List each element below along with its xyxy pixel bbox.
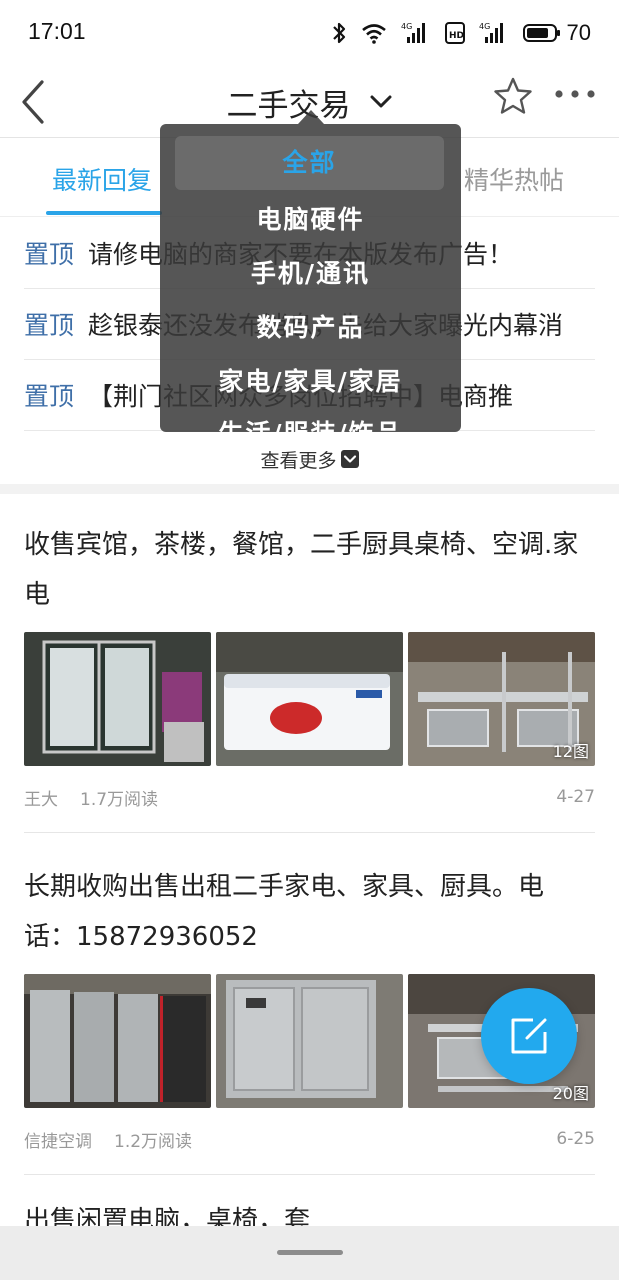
- post-author: 信捷空调: [24, 1131, 92, 1152]
- compose-button[interactable]: [481, 988, 577, 1084]
- pinned-tag: 置顶: [24, 240, 75, 269]
- post-date: 4-27: [556, 787, 595, 807]
- dropdown-item-phone[interactable]: 手机/通讯: [160, 254, 461, 290]
- signal-4g-icon: 4G: [479, 22, 503, 43]
- post-reads: 1.2万阅读: [114, 1131, 193, 1152]
- post-image-fridges-row[interactable]: [24, 974, 211, 1108]
- dropdown-item-appliances[interactable]: 家电/家具/家居: [160, 362, 461, 398]
- post-image-freezer[interactable]: [216, 632, 403, 766]
- post-meta: 信捷空调 1.2万阅读 6-25: [24, 1128, 595, 1152]
- post-title: 长期收购出售出租二手家电、家具、厨具。电话：15872936052: [24, 872, 545, 952]
- tab-latest-reply[interactable]: 最新回复: [52, 161, 152, 197]
- post-image-steel-cabinet[interactable]: [216, 974, 403, 1108]
- status-time: 17:01: [28, 18, 86, 44]
- post-divider: [24, 1174, 595, 1175]
- signal-4g-icon: 4G: [401, 22, 425, 43]
- wifi-icon: [361, 24, 386, 44]
- post-reads: 1.7万阅读: [80, 789, 159, 810]
- hd-icon: HD: [444, 22, 465, 44]
- more-icon[interactable]: [553, 84, 597, 104]
- post-meta: 王大 1.7万阅读 4-27: [24, 786, 595, 810]
- chevron-down-box-icon: [340, 450, 359, 468]
- star-icon[interactable]: [493, 76, 533, 116]
- image-count: 12图: [552, 742, 589, 761]
- post-title: 出售闲置电脑，桌椅，套: [24, 1206, 311, 1226]
- see-more-button[interactable]: 查看更多: [0, 434, 619, 484]
- tab-underline: [46, 211, 162, 215]
- tab-featured[interactable]: 精华热帖: [464, 161, 564, 197]
- post-divider: [24, 832, 595, 833]
- category-dropdown: 全部 电脑硬件 手机/通讯 数码产品 家电/家具/家居 生活/服装/饰品: [160, 124, 461, 432]
- battery-level: 70: [566, 20, 591, 45]
- dropdown-item-digital[interactable]: 数码产品: [160, 308, 461, 344]
- battery-icon: [522, 24, 560, 42]
- image-count: 20图: [552, 1084, 589, 1103]
- dropdown-item-all[interactable]: 全部: [175, 136, 444, 190]
- pinned-tag: 置顶: [24, 311, 75, 340]
- home-indicator[interactable]: [277, 1250, 343, 1255]
- svg-text:4G: 4G: [401, 22, 412, 31]
- section-divider: [0, 484, 619, 494]
- dropdown-arrow: [298, 110, 324, 124]
- post-image-fridge[interactable]: [24, 632, 211, 766]
- bluetooth-icon: [332, 22, 345, 44]
- post-author: 王大: [24, 789, 58, 810]
- status-icons: 4G HD 4G 70: [331, 18, 591, 48]
- post-card[interactable]: 出售闲置电脑，桌椅，套: [24, 1204, 595, 1226]
- post-image-kitchen[interactable]: 12图: [408, 632, 595, 766]
- status-bar: 17:01 4G HD 4G 70: [0, 0, 619, 66]
- svg-text:HD: HD: [449, 31, 464, 41]
- page-title: 二手交易: [226, 87, 351, 124]
- post-card[interactable]: 收售宾馆，茶楼，餐馆，二手厨具桌椅、空调.家电 12图 王大 1.7万阅读 4-…: [24, 520, 595, 833]
- chevron-down-icon: [370, 95, 391, 108]
- bottom-gesture-bar: [0, 1226, 619, 1280]
- svg-text:4G: 4G: [479, 22, 490, 31]
- post-images: 12图: [24, 632, 595, 766]
- post-title: 收售宾馆，茶楼，餐馆，二手厨具桌椅、空调.家电: [24, 530, 579, 610]
- post-date: 6-25: [556, 1129, 595, 1149]
- pinned-tag: 置顶: [24, 382, 75, 411]
- dropdown-item-lifestyle[interactable]: 生活/服装/饰品: [160, 414, 461, 432]
- dropdown-item-computer-hardware[interactable]: 电脑硬件: [160, 200, 461, 236]
- edit-icon: [511, 1018, 547, 1054]
- see-more-label: 查看更多: [260, 449, 337, 472]
